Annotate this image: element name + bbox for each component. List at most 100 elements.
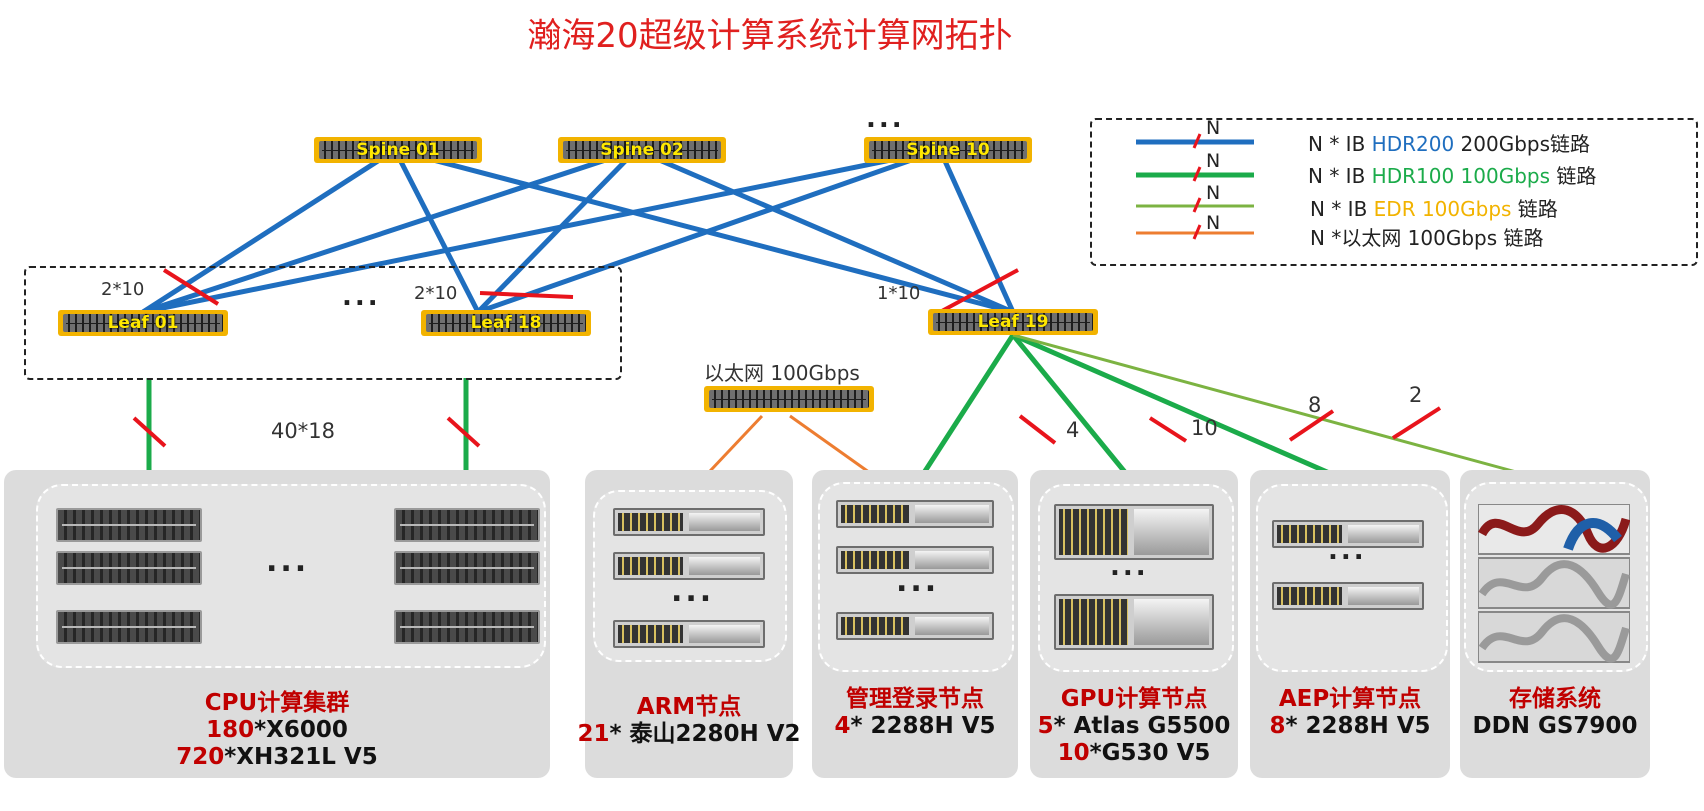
mgmt-name: 管理登录节点 — [846, 686, 984, 712]
slash-leaf19 — [939, 268, 1019, 314]
mgmt-nodes-panel: ... 管理登录节点 4* 2288H V5 — [812, 470, 1018, 778]
storage-link-count: 2 — [1409, 383, 1423, 407]
spine-02-label: Spine 02 — [600, 140, 684, 160]
cpu-server-4 — [394, 508, 540, 542]
legend-marker-1: N — [1206, 117, 1221, 139]
storage-array-image — [1478, 504, 1630, 663]
gpu-count-1: 5 — [1037, 713, 1054, 739]
legend-row-3-highlight: EDR 100Gbps — [1373, 197, 1512, 221]
aep-nodes-panel: ... AEP计算节点 8* 2288H V5 — [1250, 470, 1450, 778]
leaf-18-link-count: 2*10 — [414, 283, 458, 304]
mgmt-count: 4 — [834, 713, 851, 739]
gpu-count-2: 10 — [1057, 740, 1090, 766]
leaf-01-switch: Leaf 01 — [58, 310, 228, 336]
cpu-ellipsis: ... — [266, 544, 310, 579]
cpu-server-2 — [56, 551, 202, 585]
gpu-caption: GPU计算节点 5* Atlas G5500 10*G530 V5 — [1020, 686, 1248, 767]
ethernet-switch-label: 以太网 100Gbps — [704, 361, 860, 385]
gpu-name: GPU计算节点 — [1060, 686, 1208, 712]
legend-row-2-suffix: 链路 — [1550, 164, 1597, 188]
arm-server-1 — [613, 508, 765, 536]
link-leaf19-aep — [1012, 332, 1351, 485]
gpu-nodes-panel: ... GPU计算节点 5* Atlas G5500 10*G530 V5 — [1030, 470, 1238, 778]
leaf-ellipsis: ... — [342, 282, 381, 312]
cpu-link-count: 40*18 — [271, 419, 335, 443]
cpu-cluster-name: CPU计算集群 — [204, 690, 350, 716]
legend-swatches — [1136, 133, 1254, 240]
aep-caption: AEP计算节点 8* 2288H V5 — [1240, 686, 1460, 740]
link-leaf19-storage — [1012, 333, 1554, 484]
legend-row-1-highlight: HDR200 — [1371, 132, 1455, 156]
arm-server-3 — [613, 620, 765, 648]
cpu-model-1: *X6000 — [254, 717, 348, 743]
leaf-18-switch: Leaf 18 — [421, 310, 591, 336]
slash-storage — [1391, 406, 1442, 440]
link-leaf19-gpu — [1011, 333, 1135, 484]
leaf-01-link-count: 2*10 — [101, 279, 145, 300]
mgmt-model: * 2288H V5 — [850, 713, 996, 739]
legend-row-ethernet: N *以太网 100Gbps 链路 — [1310, 222, 1544, 251]
cpu-server-6 — [394, 610, 540, 644]
legend-row-3-suffix: 链路 — [1511, 197, 1558, 221]
aep-model: * 2288H V5 — [1285, 713, 1431, 739]
leaf-18-label: Leaf 18 — [470, 313, 542, 333]
legend-row-3-prefix: N * IB — [1310, 197, 1374, 221]
legend-marker-2: N — [1206, 150, 1221, 172]
cpu-cluster-panel: ... CPU计算集群 180*X6000 720*XH321L V5 — [4, 470, 550, 778]
arm-caption: ARM节点 21* 泰山2280H V2 — [575, 694, 803, 748]
cpu-server-5 — [394, 551, 540, 585]
legend-row-4-text: N *以太网 100Gbps 链路 — [1310, 226, 1544, 250]
cpu-model-2: *XH321L V5 — [224, 744, 378, 770]
arm-model: * 泰山2280H V2 — [609, 721, 801, 747]
leaf-19-link-count: 1*10 — [877, 283, 921, 304]
legend-marker-3: N — [1206, 182, 1221, 204]
legend-row-hdr100: N * IB HDR100 100Gbps 链路 — [1308, 160, 1596, 189]
leaf-19-switch: Leaf 19 — [928, 309, 1098, 335]
aep-link-count: 8 — [1308, 393, 1322, 417]
cpu-cluster-caption: CPU计算集群 180*X6000 720*XH321L V5 — [4, 690, 550, 771]
cpu-server-3 — [56, 610, 202, 644]
mgmt-ellipsis: ... — [896, 564, 940, 599]
mgmt-caption: 管理登录节点 4* 2288H V5 — [802, 686, 1028, 740]
cpu-server-1 — [56, 508, 202, 542]
spine-01-label: Spine 01 — [356, 140, 440, 160]
aep-name: AEP计算节点 — [1278, 686, 1422, 712]
spine-10-switch: Spine 10 — [864, 137, 1032, 163]
arm-count: 21 — [577, 721, 610, 747]
slash-gpu-b — [1148, 416, 1188, 443]
gpu-ellipsis: ... — [1110, 552, 1149, 582]
gpu-link-count-b: 10 — [1191, 416, 1218, 440]
legend-row-1-prefix: N * IB — [1308, 132, 1372, 156]
aep-count: 8 — [1269, 713, 1286, 739]
aep-server-2 — [1272, 582, 1424, 610]
gpu-model-2: *G530 V5 — [1089, 740, 1211, 766]
storage-caption: 存储系统 DDN GS7900 — [1450, 686, 1660, 740]
storage-panel: 存储系统 DDN GS7900 — [1460, 470, 1650, 778]
ethernet-switch — [704, 386, 874, 412]
cpu-count-2: 720 — [176, 744, 225, 770]
slash-gpu-a — [1018, 414, 1057, 445]
storage-name: 存储系统 — [1509, 686, 1601, 712]
aep-nodes-frame — [1256, 484, 1448, 672]
leaf-01-label: Leaf 01 — [107, 313, 179, 333]
spine-02-switch: Spine 02 — [558, 137, 726, 163]
gpu-model-1: * Atlas G5500 — [1053, 713, 1231, 739]
aep-ellipsis: ... — [1328, 536, 1367, 566]
mgmt-server-3 — [836, 612, 994, 640]
cpu-count-1: 180 — [206, 717, 255, 743]
storage-model: DDN GS7900 — [1472, 713, 1638, 739]
arm-name: ARM节点 — [636, 694, 742, 720]
spine-ellipsis: ... — [866, 104, 905, 134]
legend-row-2-highlight: HDR100 100Gbps — [1371, 164, 1551, 188]
spine-01-switch: Spine 01 — [314, 137, 482, 163]
legend-marker-4: N — [1206, 212, 1221, 234]
arm-ellipsis: ... — [671, 574, 715, 609]
gpu-server-2 — [1054, 594, 1214, 650]
legend-row-hdr200: N * IB HDR200 200Gbps链路 — [1308, 128, 1590, 157]
link-leaf19-mgmt — [915, 333, 1016, 484]
legend-row-edr: N * IB EDR 100Gbps 链路 — [1310, 193, 1558, 222]
arm-nodes-panel: ... ARM节点 21* 泰山2280H V2 — [577, 470, 801, 778]
leaf-19-label: Leaf 19 — [977, 312, 1049, 332]
mgmt-server-1 — [836, 500, 994, 528]
legend-row-2-prefix: N * IB — [1308, 164, 1372, 188]
